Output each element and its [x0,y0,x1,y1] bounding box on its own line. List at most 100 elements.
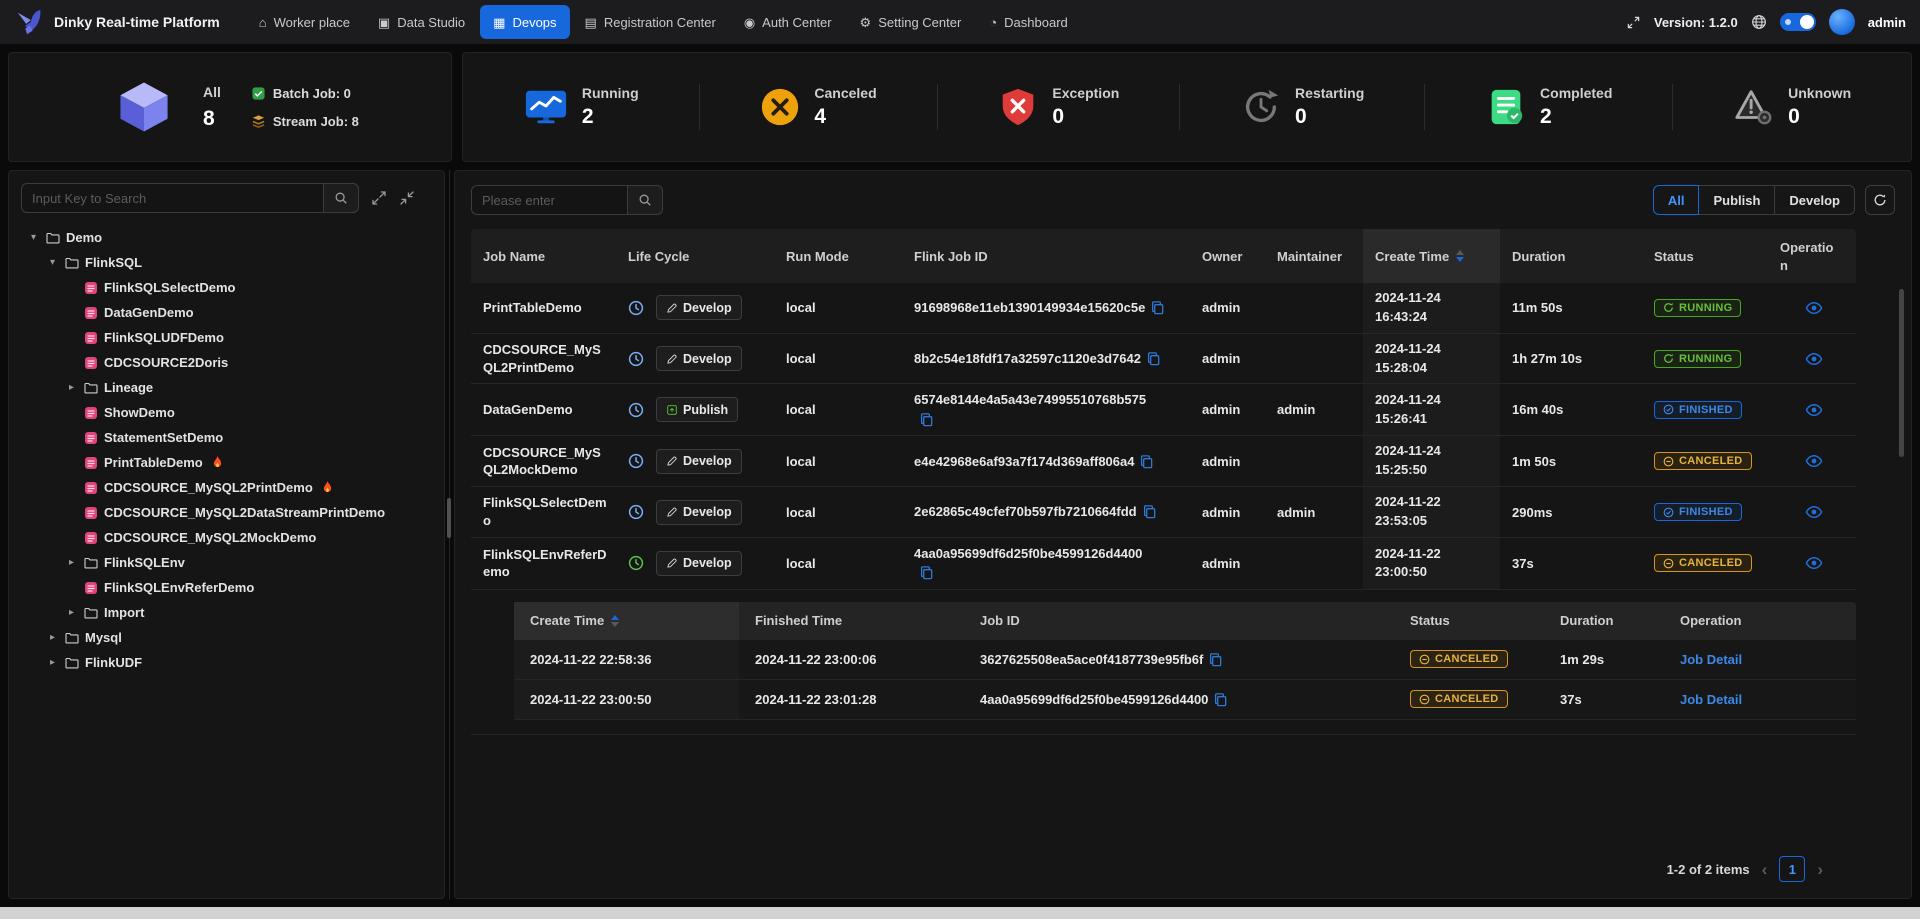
globe-icon[interactable] [1751,14,1767,30]
job-name[interactable]: CDCSOURCE_MySQL2MockDemo [471,436,616,486]
nav-label: Setting Center [878,15,961,30]
copy-icon[interactable] [919,565,934,580]
develop-button[interactable]: Develop [656,295,742,320]
job-detail-link[interactable]: Job Detail [1680,692,1742,707]
col-create-time[interactable]: Create Time [1363,229,1500,283]
table-row[interactable]: DataGenDemo Publish local [471,384,1856,436]
table-row[interactable]: PrintTableDemo Develop local [471,283,1856,334]
eye-icon[interactable] [1805,452,1823,470]
tree-item[interactable]: CDCSOURCE_MySQL2PrintDemo [21,475,432,500]
caret-icon[interactable]: ▸ [46,657,59,668]
copy-icon[interactable] [1208,652,1223,667]
copy-icon[interactable] [1150,300,1165,315]
caret-icon[interactable]: ▸ [46,632,59,643]
table-search-input[interactable] [471,185,627,215]
scrollbar-thumb[interactable] [1899,289,1904,457]
nav-registration-center[interactable]: ▤Registration Center [572,5,729,39]
tree-item[interactable]: ShowDemo [21,400,432,425]
tree-item[interactable]: ▸ FlinkSQLEnv [21,550,432,575]
table-row[interactable]: CDCSOURCE_MySQL2PrintDemo Develop loc [471,334,1856,385]
tree-item[interactable]: FlinkSQLEnvReferDemo [21,575,432,600]
caret-icon[interactable]: ▾ [27,232,40,243]
avatar[interactable] [1829,9,1855,35]
eye-icon[interactable] [1805,401,1823,419]
expand-all-icon[interactable] [371,190,387,206]
tree-item[interactable]: FlinkSQLSelectDemo [21,275,432,300]
copy-icon[interactable] [919,412,934,427]
develop-button[interactable]: Develop [656,346,742,371]
job-name[interactable]: PrintTableDemo [471,283,616,333]
page-number-button[interactable]: 1 [1779,856,1805,882]
lifecycle-cell: Develop [616,436,774,486]
tree-item[interactable]: CDCSOURCE_MySQL2DataStreamPrintDemo [21,500,432,525]
divider-handle[interactable] [447,498,451,538]
tree-item[interactable]: CDCSOURCE2Doris [21,350,432,375]
develop-button[interactable]: Develop [656,500,742,525]
theme-toggle[interactable] [1780,13,1816,31]
toggle-dot [1785,19,1791,25]
job-detail-link[interactable]: Job Detail [1680,652,1742,667]
copy-icon[interactable] [1213,692,1228,707]
nav-devops[interactable]: ▦Devops [480,5,569,39]
eye-icon[interactable] [1805,299,1823,317]
tree-item-label: FlinkSQLEnvReferDemo [104,580,254,595]
prev-page-icon[interactable]: ‹ [1762,861,1768,878]
sidebar-resize-divider[interactable] [445,170,454,899]
tree-item[interactable]: CDCSOURCE_MySQL2MockDemo [21,525,432,550]
fullscreen-icon[interactable] [1626,15,1641,30]
caret-icon[interactable]: ▸ [65,382,78,393]
eye-icon[interactable] [1805,503,1823,521]
tree-item[interactable]: DataGenDemo [21,300,432,325]
nav-dashboard[interactable]: ◔Dashboard [976,5,1080,39]
subcol-create-time[interactable]: Create Time [514,602,739,640]
sidebar-search-input[interactable] [21,183,323,213]
tree-item[interactable]: ▸ Import [21,600,432,625]
tree-item[interactable]: ▾ FlinkSQL [21,250,432,275]
tree-item[interactable]: ▸ Lineage [21,375,432,400]
job-name[interactable]: FlinkSQLSelectDemo [471,487,616,537]
nav-setting-center[interactable]: ⚙Setting Center [847,5,975,39]
nav-auth-center[interactable]: ◉Auth Center [731,5,845,39]
sidebar-search-button[interactable] [323,183,359,213]
tree-item[interactable]: StatementSetDemo [21,425,432,450]
table-search-button[interactable] [627,185,663,215]
tree-item[interactable]: FlinkSQLUDFDemo [21,325,432,350]
collapse-all-icon[interactable] [399,190,415,206]
copy-icon[interactable] [1146,351,1161,366]
sort-icons[interactable] [611,615,619,627]
eye-icon[interactable] [1805,554,1823,572]
tree-item-label: FlinkSQL [85,255,142,270]
caret-icon[interactable]: ▾ [46,257,59,268]
next-page-icon[interactable]: › [1817,861,1823,878]
copy-icon[interactable] [1139,454,1154,469]
nav-data-studio[interactable]: ▣Data Studio [365,5,478,39]
table-row[interactable]: FlinkSQLSelectDemo Develop local [471,487,1856,538]
job-name[interactable]: FlinkSQLEnvReferDemo [471,538,616,589]
running-stat: Running2 [523,84,639,130]
button-label: Develop [683,454,732,468]
copy-icon[interactable] [1142,504,1157,519]
filter-all-button[interactable]: All [1653,185,1700,215]
tree-item[interactable]: ▸ FlinkUDF [21,650,432,675]
caret-icon[interactable]: ▸ [65,607,78,618]
subtable-row[interactable]: 2024-11-22 23:00:50 2024-11-22 23:01:28 … [514,680,1856,720]
publish-button[interactable]: Publish [656,397,738,422]
table-row[interactable]: CDCSOURCE_MySQL2MockDemo Develop loca [471,436,1856,487]
eye-icon[interactable] [1805,350,1823,368]
subcol-job-id: Job ID [964,602,1394,640]
subtable-row[interactable]: 2024-11-22 22:58:36 2024-11-22 23:00:06 … [514,640,1856,680]
refresh-button[interactable] [1865,185,1895,215]
filter-develop-button[interactable]: Develop [1774,185,1855,215]
develop-button[interactable]: Develop [656,551,742,576]
tree-item[interactable]: PrintTableDemo [21,450,432,475]
tree-item[interactable]: ▸ Mysql [21,625,432,650]
job-name[interactable]: CDCSOURCE_MySQL2PrintDemo [471,334,616,384]
tree-item[interactable]: ▾ Demo [21,225,432,250]
develop-button[interactable]: Develop [656,449,742,474]
sort-icons[interactable] [1456,250,1464,262]
job-name[interactable]: DataGenDemo [471,384,616,435]
caret-icon[interactable]: ▸ [65,557,78,568]
filter-publish-button[interactable]: Publish [1698,185,1775,215]
table-row[interactable]: FlinkSQLEnvReferDemo Develop local [471,538,1856,590]
nav-worker-place[interactable]: ⌂Worker place [246,5,363,39]
